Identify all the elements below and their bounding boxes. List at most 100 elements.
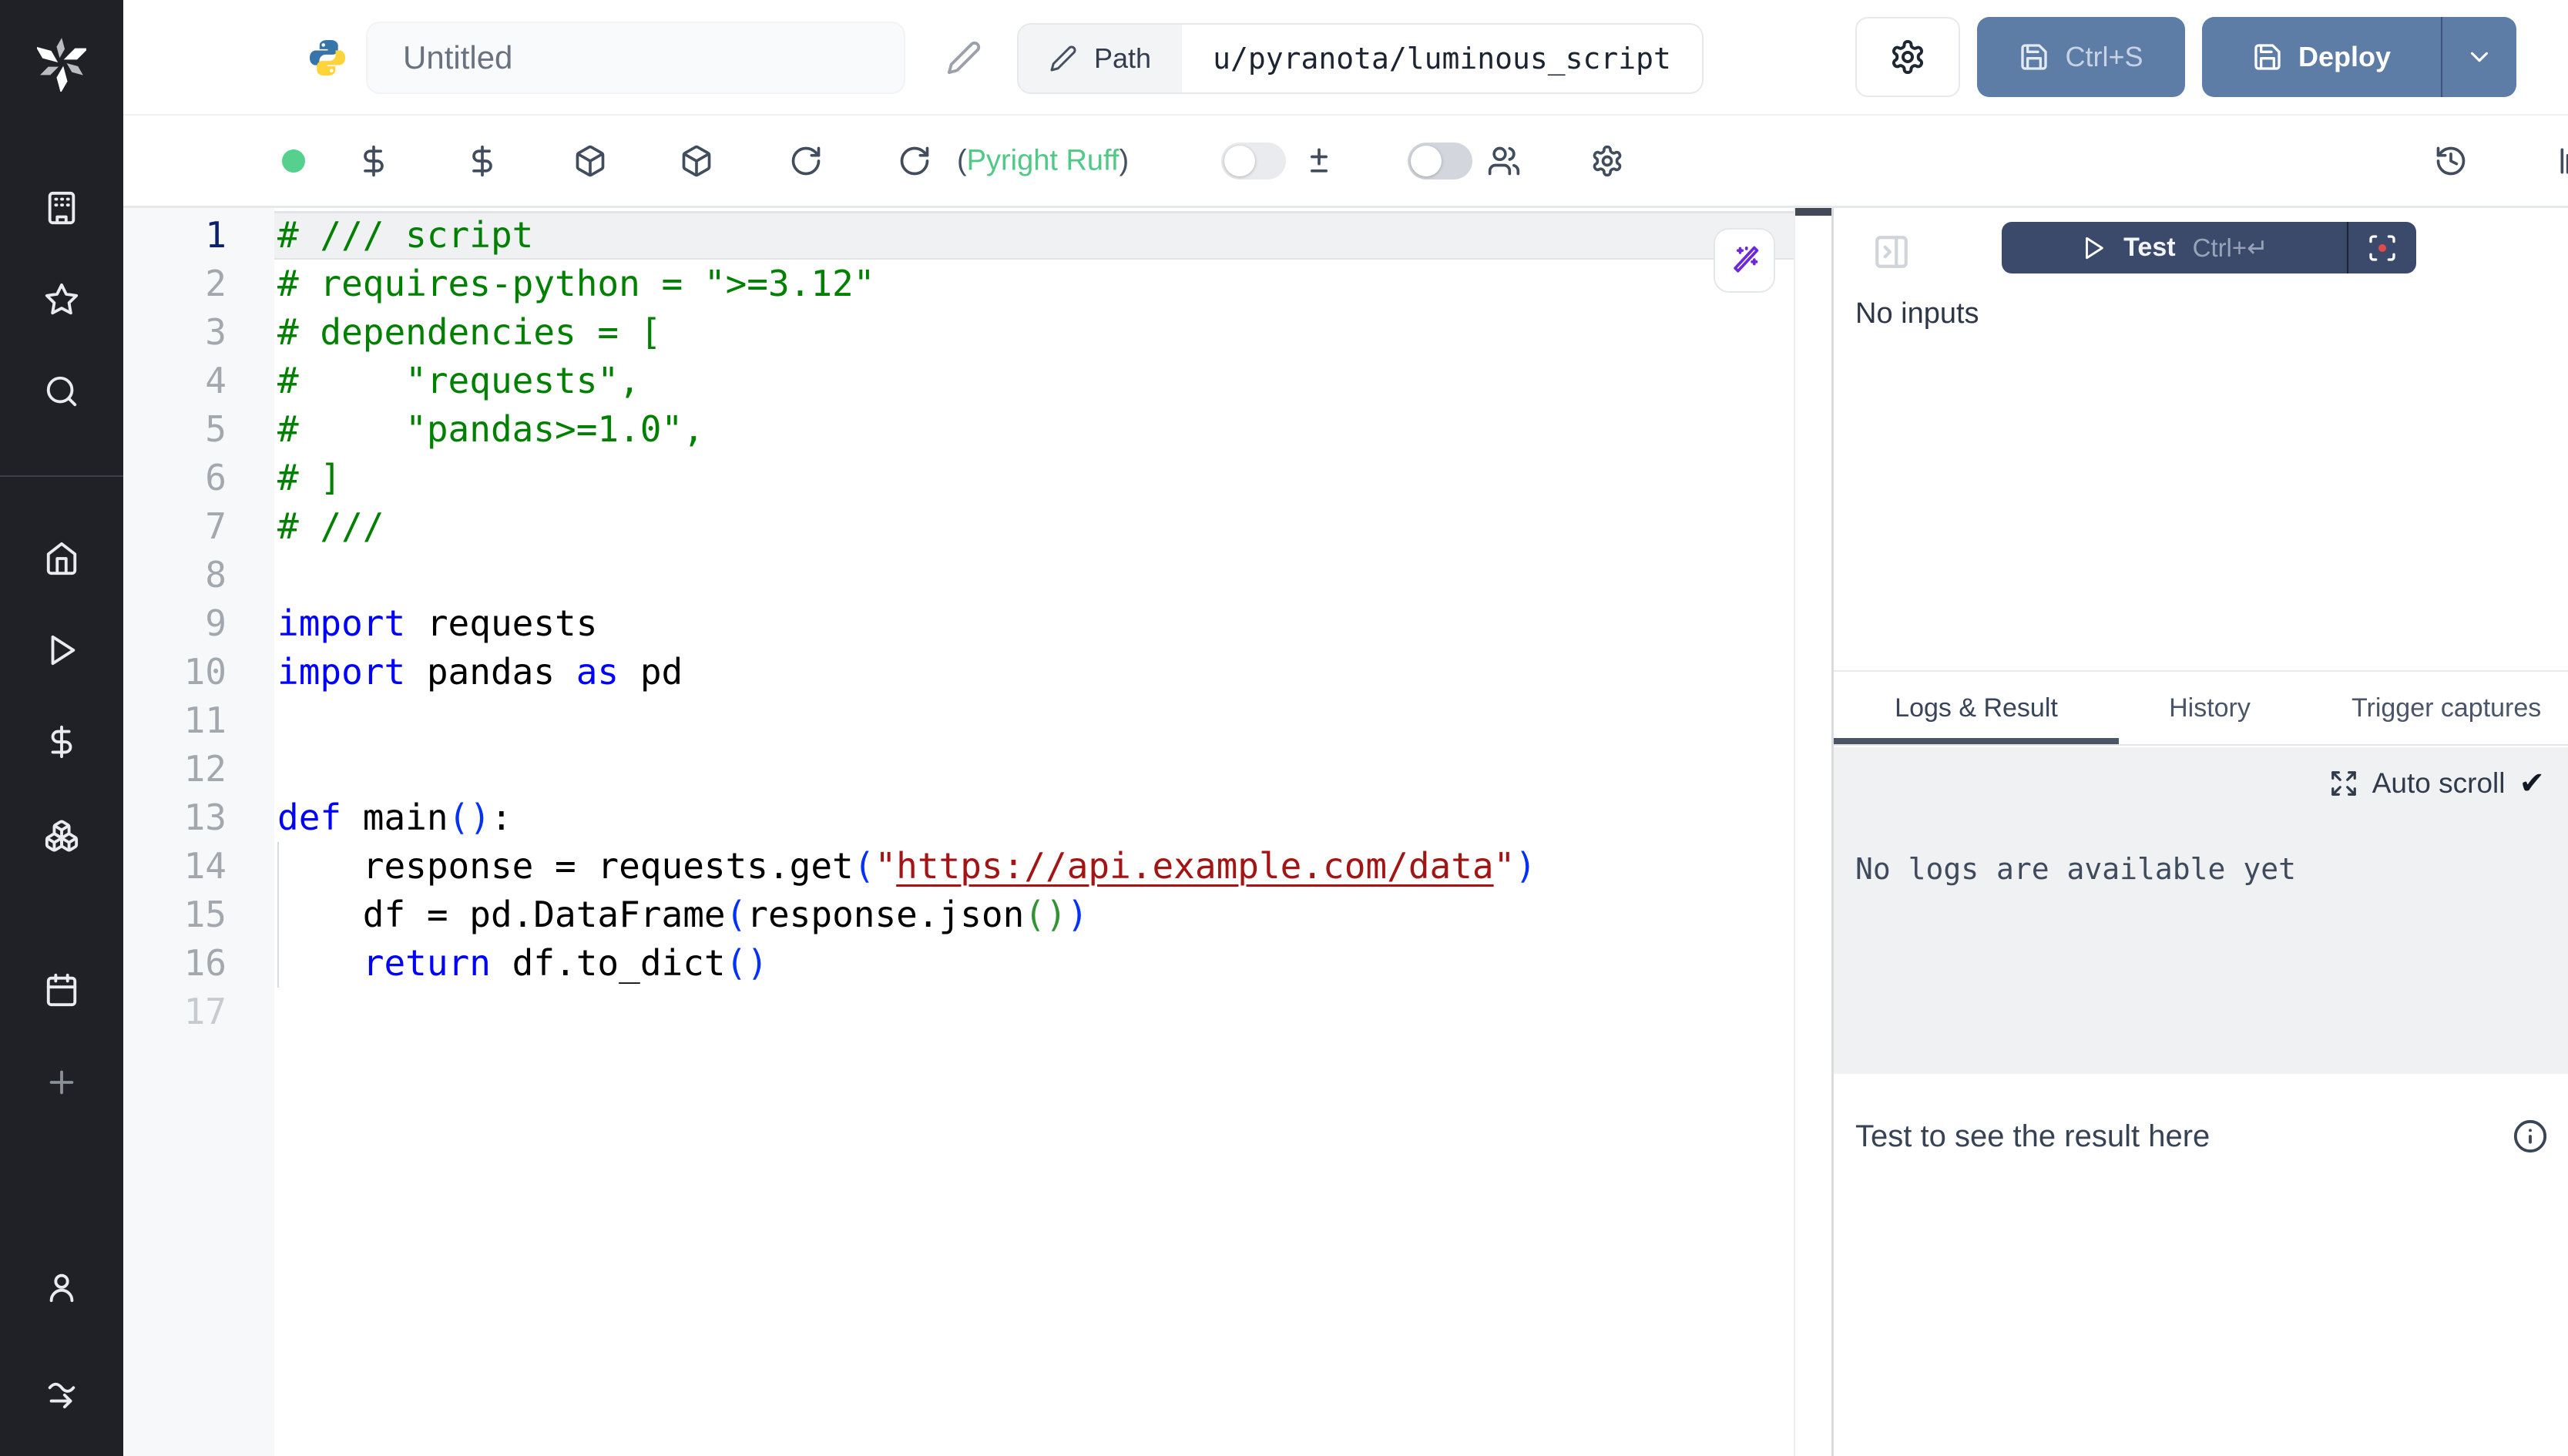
deploy-label: Deploy [2298, 41, 2391, 73]
info-icon[interactable] [2513, 1119, 2548, 1154]
code-content: def main(): [274, 793, 1794, 842]
code-line[interactable]: 15 df = pd.DataFrame(response.json()) [123, 891, 1794, 939]
edit-title-pencil-icon[interactable] [946, 40, 982, 75]
code-content: # "pandas>=1.0", [274, 405, 1794, 454]
editor-settings-button[interactable] [1586, 139, 1629, 183]
windmill-logo[interactable] [37, 37, 86, 86]
package-button[interactable] [569, 139, 612, 183]
code-line[interactable]: 16 return df.to_dict() [123, 939, 1794, 988]
settings-button[interactable] [1855, 17, 1960, 97]
line-number: 5 [123, 405, 274, 454]
collaborators-button[interactable] [1482, 139, 1526, 183]
code-content: import requests [274, 599, 1794, 648]
capture-button[interactable] [2348, 222, 2416, 273]
test-button[interactable]: Test Ctrl+↵ [2002, 222, 2347, 273]
auto-scroll-control[interactable]: Auto scroll ✔ [2329, 766, 2545, 801]
lint-name: Pyright Ruff [967, 144, 1120, 176]
deploy-button[interactable]: Deploy [2202, 17, 2441, 97]
line-number: 4 [123, 357, 274, 405]
code-line[interactable]: 11 [123, 696, 1794, 745]
code-editor[interactable]: 1# /// script2# requires-python = ">=3.1… [123, 208, 1831, 1456]
no-logs-text: No logs are available yet [1855, 852, 2296, 886]
editor-toolbar: (Pyright Ruff) [123, 116, 2568, 208]
search-icon [44, 374, 79, 409]
code-lines[interactable]: 1# /// script2# requires-python = ">=3.1… [123, 208, 1794, 1036]
path-value: u/pyranota/luminous_script [1182, 25, 1702, 92]
sidebar-item-workspace[interactable] [37, 183, 86, 233]
code-line[interactable]: 3# dependencies = [ [123, 308, 1794, 357]
tab-trigger-captures[interactable]: Trigger captures [2301, 672, 2568, 744]
history-button[interactable] [2429, 139, 2472, 183]
path-widget[interactable]: Path u/pyranota/luminous_script [1017, 23, 1704, 94]
collab-mode-toggle[interactable] [1408, 143, 1472, 179]
line-number: 1 [123, 211, 274, 260]
result-tabs: Logs & Result History Trigger captures [1834, 672, 2568, 746]
line-number: 3 [123, 308, 274, 357]
code-line[interactable]: 4# "requests", [123, 357, 1794, 405]
line-number: 16 [123, 939, 274, 988]
users-icon [1487, 144, 1521, 178]
secrets-button[interactable] [461, 139, 504, 183]
code-content: # requires-python = ">=3.12" [274, 260, 1794, 308]
library-button[interactable] [2552, 139, 2568, 183]
code-line[interactable]: 12 [123, 745, 1794, 793]
diff-mode-toggle[interactable] [1221, 143, 1286, 179]
wave-arrow-icon [44, 1376, 79, 1411]
code-line[interactable]: 14 response = requests.get("https://api.… [123, 842, 1794, 891]
code-line[interactable]: 13def main(): [123, 793, 1794, 842]
refresh-button-2[interactable] [893, 139, 936, 183]
code-line[interactable]: 5# "pandas>=1.0", [123, 405, 1794, 454]
code-line[interactable]: 9import requests [123, 599, 1794, 648]
refresh-icon [789, 144, 823, 178]
minimap-scrollbar[interactable] [1794, 208, 1831, 1456]
ai-assistant-button[interactable] [1714, 228, 1775, 293]
sidebar-item-home[interactable] [37, 534, 86, 583]
refresh-button[interactable] [784, 139, 827, 183]
sidebar-divider [0, 475, 123, 477]
magic-wand-icon [1727, 243, 1761, 277]
sidebar-item-search[interactable] [37, 367, 86, 416]
building-icon [44, 190, 79, 226]
panel-collapse-icon[interactable] [1872, 233, 1911, 271]
script-editor-app: Untitled Path u/pyranota/luminous_script [0, 0, 2568, 1456]
code-line[interactable]: 8 [123, 551, 1794, 599]
sidebar-item-resources[interactable] [37, 811, 86, 861]
sidebar-item-runs[interactable] [37, 626, 86, 675]
tab-logs-result[interactable]: Logs & Result [1834, 672, 2119, 744]
variables-button[interactable] [352, 139, 395, 183]
deploy-options-button[interactable] [2442, 17, 2516, 97]
sidebar-item-favorites[interactable] [37, 275, 86, 324]
sidebar-item-schedules[interactable] [37, 965, 86, 1015]
content-area: 1# /// script2# requires-python = ">=3.1… [123, 208, 2568, 1456]
code-line[interactable]: 2# requires-python = ">=3.12" [123, 260, 1794, 308]
toggle-knob [1224, 146, 1255, 176]
diff-icon-button[interactable] [1297, 139, 1341, 183]
code-line[interactable]: 6# ] [123, 454, 1794, 502]
boxes-icon [44, 818, 79, 854]
code-content [274, 696, 1794, 745]
save-button[interactable]: Ctrl+S [1977, 17, 2185, 97]
sidebar-item-dev-sync[interactable] [37, 1369, 86, 1418]
sidebar-item-variables[interactable] [37, 717, 86, 767]
status-dot [282, 149, 305, 173]
test-shortcut: Ctrl+↵ [2193, 233, 2268, 263]
lint-status: (Pyright Ruff) [957, 144, 1129, 177]
main-column: Untitled Path u/pyranota/luminous_script [123, 0, 2568, 1456]
code-content: import pandas as pd [274, 648, 1794, 696]
code-content: # "requests", [274, 357, 1794, 405]
top-bar: Untitled Path u/pyranota/luminous_script [123, 0, 2568, 116]
no-inputs-text: No inputs [1855, 297, 1979, 330]
sidebar-item-user[interactable] [37, 1263, 86, 1312]
dollar-icon [465, 144, 499, 178]
code-line[interactable]: 7# /// [123, 502, 1794, 551]
code-line[interactable]: 1# /// script [123, 211, 1794, 260]
home-icon [44, 541, 79, 576]
tab-history[interactable]: History [2119, 672, 2301, 744]
code-line[interactable]: 10import pandas as pd [123, 648, 1794, 696]
code-line[interactable]: 17 [123, 988, 1794, 1036]
sidebar-item-add[interactable] [37, 1058, 86, 1107]
tab-label: History [2169, 693, 2251, 723]
script-title-field[interactable]: Untitled [366, 22, 905, 94]
package-button-2[interactable] [675, 139, 718, 183]
save-icon [2252, 42, 2283, 72]
